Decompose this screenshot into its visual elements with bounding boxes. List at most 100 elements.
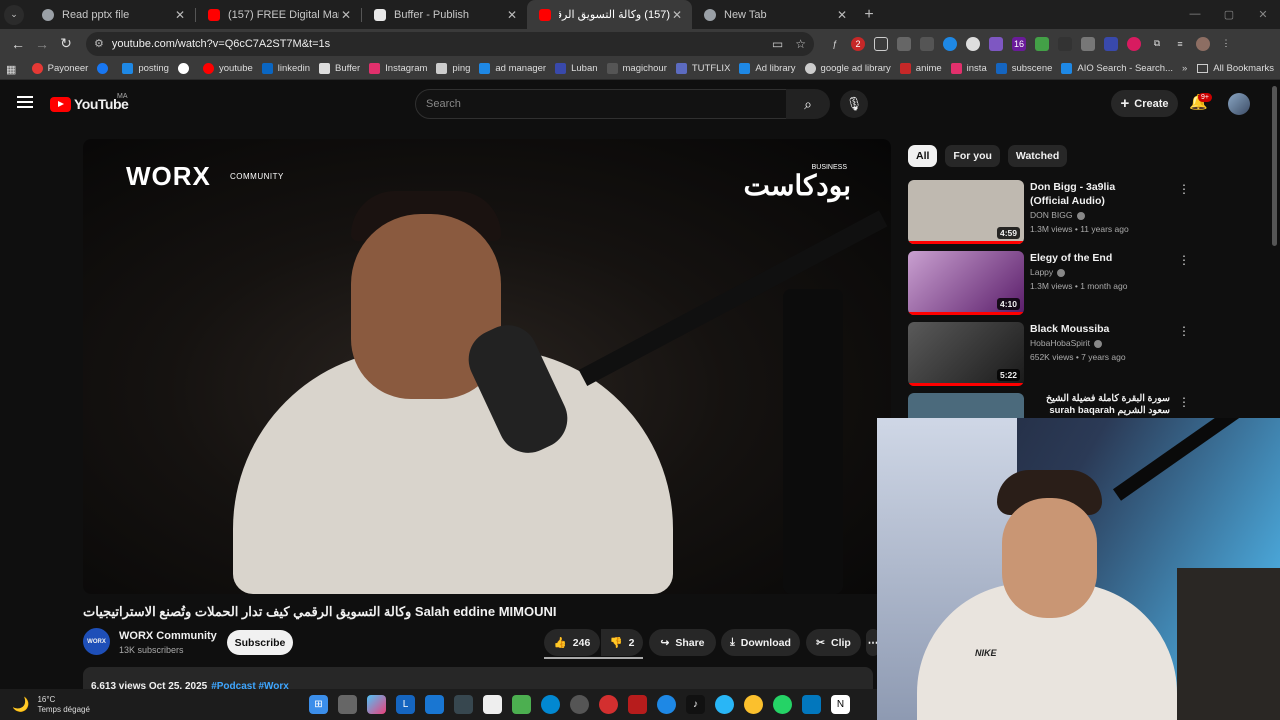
subscribe-button[interactable]: Subscribe [227,630,293,655]
apps-grid-icon[interactable]: ▦ [6,63,18,76]
like-button[interactable]: 👍 246 [544,629,600,656]
cast-icon[interactable]: ▭ [772,37,783,51]
dark-ext-icon[interactable] [1058,36,1072,51]
reload-icon[interactable]: ↻ [54,35,78,52]
puzzle-icon[interactable]: ⧉ [1150,37,1164,51]
channel-avatar[interactable]: WORX [83,628,110,655]
close-icon[interactable]: ✕ [173,8,187,22]
app-icon[interactable] [425,695,444,714]
all-bookmarks[interactable]: All Bookmarks [1197,63,1274,74]
app-icon[interactable] [657,695,676,714]
windows-start-icon[interactable]: ⊞ [309,695,328,714]
white-ext-icon[interactable] [966,36,980,51]
clip-button[interactable]: ✂ Clip [806,629,861,656]
bookmark-ad-manager[interactable]: ad manager [479,63,546,74]
app-l-icon[interactable]: L [396,695,415,714]
bookmark-payoneer[interactable]: Payoneer [31,63,88,74]
menu-kebab-icon[interactable]: ⋮ [1219,37,1233,51]
screen-ext-icon[interactable] [874,36,888,51]
site-info-icon[interactable]: ⚙ [94,37,104,50]
forward-icon[interactable]: → [30,36,54,52]
close-icon[interactable]: ✕ [505,8,519,22]
back-icon[interactable]: ← [6,36,30,52]
url-text[interactable]: youtube.com/watch?v=Q6cC7A2ST7M&t=1s [112,38,760,50]
notion-icon[interactable]: N [831,695,850,714]
bookmark-instagram[interactable]: Instagram [369,63,427,74]
chip-for-you[interactable]: For you [945,145,1000,167]
tab-3-active[interactable]: (157) وكالة التسويق الرقمي كيف ✕ [527,0,692,29]
search-input[interactable]: Search [415,89,787,119]
weather-widget[interactable]: 🌙 16°C Temps dégagé [12,695,90,715]
app-icon[interactable] [628,695,647,714]
pink-ext-icon[interactable] [1127,36,1141,51]
recommendation-item[interactable]: 4:10 Elegy of the End Lappy 1.3M views •… [908,251,1268,315]
address-bar[interactable]: ⚙ youtube.com/watch?v=Q6cC7A2ST7M&t=1s ▭… [86,31,814,56]
copilot-icon[interactable] [367,695,386,714]
tab-0[interactable]: Read pptx file ✕ [30,0,195,29]
video-thumbnail[interactable]: 5:22 [908,322,1024,386]
recommendation-item[interactable]: سورة البقرة كاملة فضيلة الشيخ سعود الشري… [908,393,1268,418]
chrome-icon[interactable] [744,695,763,714]
reading-list-icon[interactable]: ≡ [1173,37,1187,51]
tab-1[interactable]: (157) FREE Digital Marketing Co ✕ [196,0,361,29]
bookmark-buffer[interactable]: Buffer [318,63,360,74]
hamburger-menu-icon[interactable] [17,96,33,111]
tab-4[interactable]: New Tab ✕ [692,0,857,29]
bookmark-youtube[interactable]: youtube [202,63,253,74]
bookmark-ping[interactable]: ping [436,63,470,74]
tiktok-icon[interactable]: ♪ [686,695,705,714]
bookmark-star-icon[interactable]: ☆ [795,37,806,51]
minimize-icon[interactable]: — [1178,8,1212,21]
bookmark-insta[interactable]: insta [950,63,987,74]
purple-ext-icon[interactable] [989,36,1003,51]
dislike-button[interactable]: 👎 2 [601,629,643,656]
video-player[interactable]: WORX COMMUNITY BUSINESS بودكاست [83,139,891,594]
telegram-icon[interactable] [715,695,734,714]
bookmark-aio-search[interactable]: AIO Search - Search... [1061,63,1173,74]
close-icon[interactable]: ✕ [670,8,684,22]
download-button[interactable]: ⤓ Download [721,629,800,656]
bookmark-anime[interactable]: anime [899,63,942,74]
maximize-icon[interactable]: ▢ [1212,8,1246,21]
avatar[interactable] [1228,93,1250,115]
more-options-icon[interactable]: ⋮ [1178,182,1190,196]
whatsapp-icon[interactable] [773,695,792,714]
channel-name[interactable]: WORX Community [119,630,217,642]
close-icon[interactable]: ✕ [339,8,353,22]
search-icon[interactable]: ⌕ [786,89,830,119]
chip-all[interactable]: All [908,145,938,167]
share-button[interactable]: ↪ Share [649,629,716,656]
app-icon[interactable] [454,695,473,714]
camera-ext-icon[interactable] [897,36,911,51]
bookmark-subscene[interactable]: subscene [995,63,1052,74]
bookmark-google-ad-library[interactable]: google ad library [804,63,891,74]
store-icon[interactable] [512,695,531,714]
bookmark-tutflix[interactable]: TUTFLIX [675,63,730,74]
page-scrollbar[interactable] [1272,86,1277,246]
recommendation-item[interactable]: 5:22 Black Moussiba HobaHobaSpirit 652K … [908,322,1268,386]
task-view-icon[interactable] [338,695,357,714]
video-thumbnail[interactable]: 4:10 [908,251,1024,315]
more-options-icon[interactable]: ⋮ [1178,253,1190,267]
microphone-icon[interactable]: 🎙 [840,90,868,118]
close-window-icon[interactable]: ✕ [1246,8,1280,21]
photos-icon[interactable] [802,695,821,714]
video-thumbnail[interactable] [908,393,1024,418]
bookmark-luban[interactable]: Luban [555,63,598,74]
bookmark-google[interactable] [177,63,194,74]
tab-2[interactable]: Buffer - Publish ✕ [362,0,527,29]
recommendation-item[interactable]: 4:59 Don Bigg - 3a9lia (Official Audio) … [908,180,1268,244]
more-bookmarks-icon[interactable]: » [1182,63,1187,74]
app-icon[interactable] [483,695,502,714]
tab-search-icon[interactable]: ⌄ [4,4,24,25]
red-ext-icon[interactable]: 2 [851,36,865,51]
more-options-icon[interactable]: ⋮ [1178,395,1190,409]
edge-icon[interactable] [541,695,560,714]
video-thumbnail[interactable]: 4:59 [908,180,1024,244]
bookmark-linkedin[interactable]: linkedin [261,63,310,74]
bookmark-posting[interactable]: posting [122,63,169,74]
bookmark-magichour[interactable]: magichour [606,63,667,74]
new-tab-button[interactable]: + [857,6,881,24]
badge-ext-icon[interactable]: 16 [1012,36,1026,51]
tag-ext-icon[interactable] [1104,36,1118,51]
